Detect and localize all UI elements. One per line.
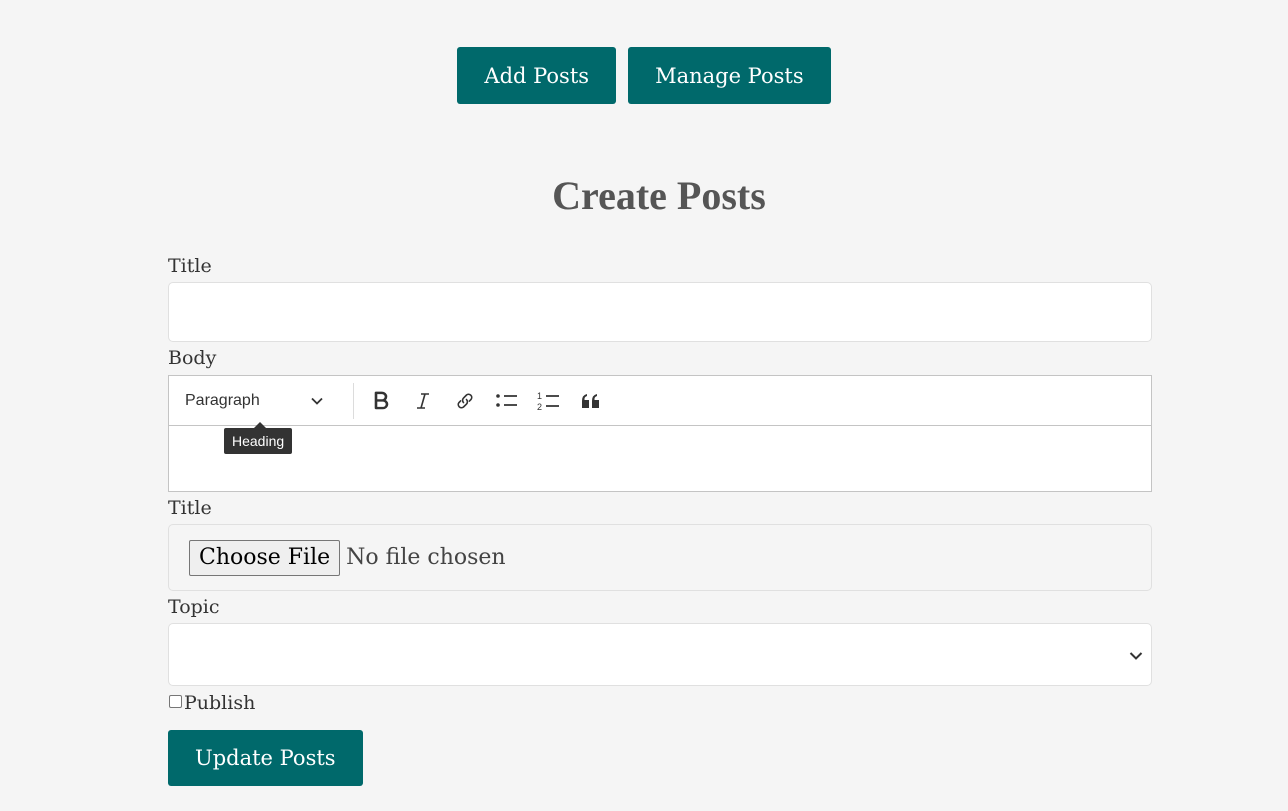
- italic-icon[interactable]: [405, 383, 441, 419]
- add-posts-button[interactable]: Add Posts: [457, 47, 617, 104]
- bold-icon[interactable]: [363, 383, 399, 419]
- toolbar-divider: [353, 382, 354, 419]
- file-input: Choose File No file chosen: [168, 524, 1152, 591]
- numbered-list-icon[interactable]: 12: [531, 383, 567, 419]
- page: Add Posts Manage Posts Create Posts Titl…: [0, 0, 1288, 811]
- page-title: Create Posts: [552, 173, 766, 218]
- body-label: Body: [168, 347, 217, 369]
- heading-dropdown[interactable]: Paragraph: [169, 383, 337, 419]
- publish-row: Publish: [168, 690, 1152, 716]
- publish-checkbox[interactable]: [169, 694, 182, 708]
- heading-tooltip: Heading: [224, 422, 293, 454]
- body-editor: Paragraph 1 2 Heading: [168, 375, 1152, 492]
- top-nav: Add Posts Manage Posts: [0, 47, 1288, 104]
- choose-file-button[interactable]: Choose File: [189, 539, 341, 576]
- manage-posts-button[interactable]: Manage Posts: [628, 47, 831, 104]
- svg-text:2: 2: [537, 402, 542, 412]
- svg-text:1: 1: [537, 391, 542, 401]
- link-icon[interactable]: [447, 383, 483, 419]
- chevron-down-icon: [1129, 646, 1143, 665]
- heading-dropdown-value: Paragraph: [185, 391, 260, 409]
- create-post-form: Title Body Paragraph 1 2 Heading Title C…: [168, 253, 1152, 786]
- update-posts-button[interactable]: Update Posts: [168, 730, 363, 786]
- title-input[interactable]: [168, 282, 1152, 342]
- image-label: Title: [168, 497, 212, 519]
- quote-icon[interactable]: [573, 383, 609, 419]
- bulleted-list-icon[interactable]: [489, 383, 525, 419]
- editor-toolbar: Paragraph 1 2 Heading: [168, 375, 1152, 454]
- topic-label: Topic: [168, 596, 220, 618]
- body-editable-area[interactable]: [168, 425, 1152, 492]
- topic-select[interactable]: [168, 623, 1152, 686]
- publish-label: Publish: [184, 692, 256, 714]
- file-status: No file chosen: [346, 545, 506, 570]
- chevron-down-icon: [311, 392, 323, 410]
- title-label: Title: [168, 255, 212, 277]
